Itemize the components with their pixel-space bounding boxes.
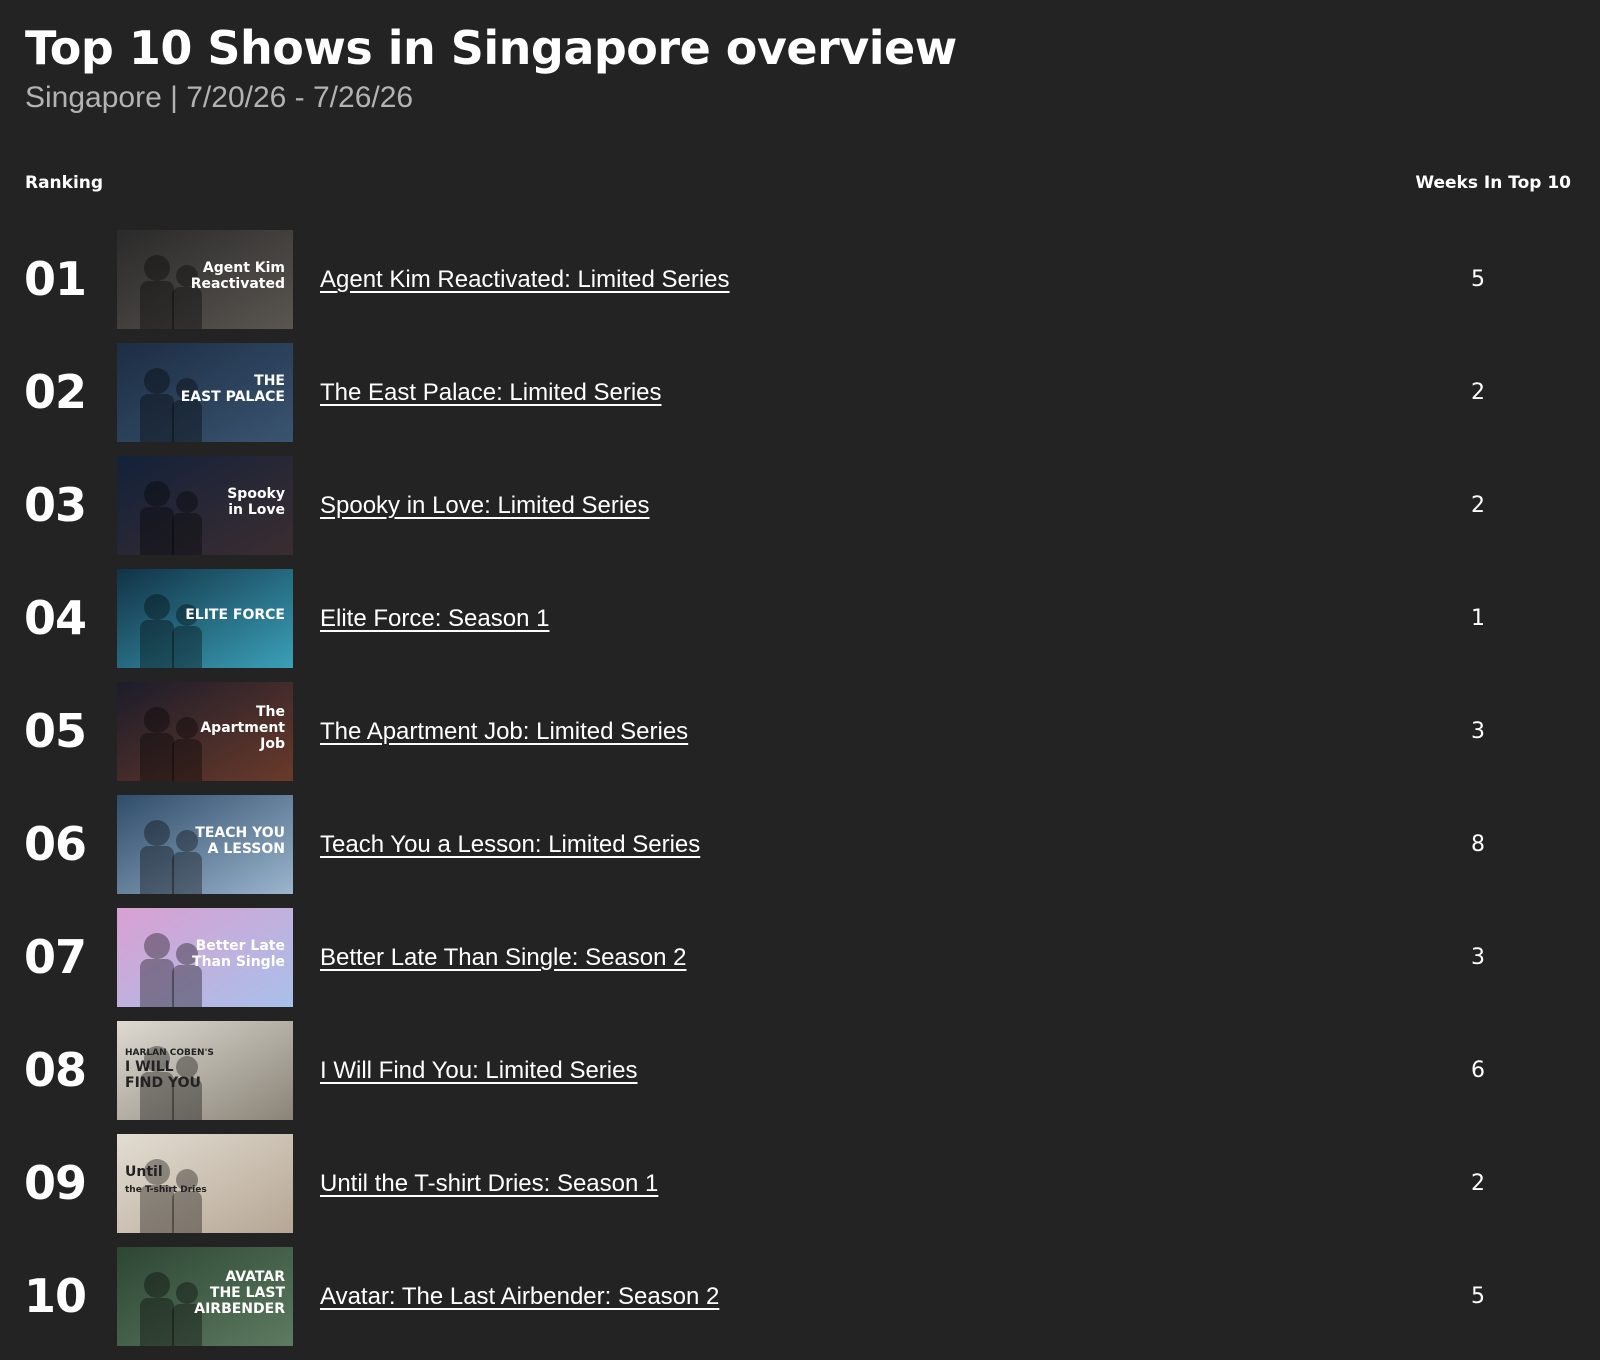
top10-list: 01 Agent Kim Reactivated Agent Kim Reactiva… xyxy=(0,230,1600,1360)
rank-number: 06 xyxy=(24,817,87,871)
show-title-link[interactable]: Better Late Than Single: Season 2 xyxy=(320,908,686,1007)
thumbnail-title-text: HARLAN COBEN'S xyxy=(125,1048,214,1058)
thumbnail-title-text: ELITE FORCE xyxy=(185,607,285,623)
thumbnail-title-text: Apartment xyxy=(200,720,285,736)
thumbnail-title-text: Spooky xyxy=(227,486,285,502)
show-thumbnail[interactable]: ELITE FORCE xyxy=(117,569,293,668)
weeks-in-top10-value: 1 xyxy=(1471,606,1485,631)
page-subtitle: Singapore | 7/20/26 - 7/26/26 xyxy=(25,81,414,114)
thumbnail-title-text: TEACH YOU xyxy=(195,825,285,841)
thumbnail-title-text: FIND YOU xyxy=(125,1075,201,1091)
weeks-in-top10-value: 3 xyxy=(1471,719,1485,744)
weeks-in-top10-value: 5 xyxy=(1471,267,1485,292)
rank-number: 08 xyxy=(24,1043,87,1097)
table-row: 02 THE EAST PALACE The East Palace: Limited… xyxy=(0,343,1600,456)
weeks-in-top10-value: 5 xyxy=(1471,1284,1485,1309)
weeks-in-top10-value: 6 xyxy=(1471,1058,1485,1083)
table-row: 04 ELITE FORCE Elite Force: Season 1 1 xyxy=(0,569,1600,682)
show-thumbnail[interactable]: The Apartment Job xyxy=(117,682,293,781)
thumbnail-title-text: THE LAST xyxy=(210,1285,286,1301)
thumbnail-title-text: Until xyxy=(125,1164,163,1180)
show-thumbnail[interactable]: Spooky in Love xyxy=(117,456,293,555)
rank-number: 02 xyxy=(24,365,87,419)
table-row: 10 AVATAR THE LAST AIRBENDER Avatar: The Las… xyxy=(0,1247,1600,1360)
rank-number: 04 xyxy=(24,591,87,645)
thumbnail-title-text: Than Single xyxy=(192,954,285,970)
show-title-link[interactable]: Elite Force: Season 1 xyxy=(320,569,549,668)
show-title-link[interactable]: Until the T-shirt Dries: Season 1 xyxy=(320,1134,658,1233)
column-header-ranking: Ranking xyxy=(25,173,104,193)
table-row: 07 Better Late Than Single Better Late Than… xyxy=(0,908,1600,1021)
thumbnail-title-text: Reactivated xyxy=(191,276,285,292)
show-title-link[interactable]: Agent Kim Reactivated: Limited Series xyxy=(320,230,730,329)
rank-number: 01 xyxy=(24,252,87,306)
weeks-in-top10-value: 2 xyxy=(1471,380,1485,405)
show-thumbnail[interactable]: HARLAN COBEN'S I WILL FIND YOU xyxy=(117,1021,293,1120)
show-thumbnail[interactable]: THE EAST PALACE xyxy=(117,343,293,442)
show-title-link[interactable]: The East Palace: Limited Series xyxy=(320,343,662,442)
show-title-link[interactable]: Spooky in Love: Limited Series xyxy=(320,456,650,555)
show-thumbnail[interactable]: AVATAR THE LAST AIRBENDER xyxy=(117,1247,293,1346)
weeks-in-top10-value: 2 xyxy=(1471,1171,1485,1196)
thumbnail-title-text: Agent Kim xyxy=(203,260,285,276)
weeks-in-top10-value: 3 xyxy=(1471,945,1485,970)
rank-number: 10 xyxy=(24,1269,87,1323)
thumbnail-title-text: Job xyxy=(259,736,285,752)
show-title-link[interactable]: Teach You a Lesson: Limited Series xyxy=(320,795,700,894)
thumbnail-title-text: Better Late xyxy=(196,938,285,954)
thumbnail-title-text: A LESSON xyxy=(208,841,285,857)
page-title: Top 10 Shows in Singapore overview xyxy=(25,21,957,75)
weeks-in-top10-value: 2 xyxy=(1471,493,1485,518)
show-thumbnail[interactable]: Until the T-shirt Dries xyxy=(117,1134,293,1233)
thumbnail-title-text: in Love xyxy=(228,502,285,518)
show-thumbnail[interactable]: TEACH YOU A LESSON xyxy=(117,795,293,894)
weeks-in-top10-value: 8 xyxy=(1471,832,1485,857)
rank-number: 03 xyxy=(24,478,87,532)
show-title-link[interactable]: Avatar: The Last Airbender: Season 2 xyxy=(320,1247,719,1346)
column-header-weeks: Weeks In Top 10 xyxy=(1415,173,1571,193)
rank-number: 05 xyxy=(24,704,87,758)
thumbnail-title-text: I WILL xyxy=(125,1059,174,1075)
show-thumbnail[interactable]: Agent Kim Reactivated xyxy=(117,230,293,329)
rank-number: 07 xyxy=(24,930,87,984)
thumbnail-title-text: The xyxy=(256,704,285,720)
thumbnail-title-text: AIRBENDER xyxy=(194,1301,285,1317)
thumbnail-title-text: AVATAR xyxy=(225,1269,285,1285)
thumbnail-title-text: the T-shirt Dries xyxy=(125,1185,207,1195)
table-row: 01 Agent Kim Reactivated Agent Kim Reactiva… xyxy=(0,230,1600,343)
table-row: 03 Spooky in Love Spooky in Love: Limited S… xyxy=(0,456,1600,569)
thumbnail-title-text: THE xyxy=(254,373,285,389)
table-row: 08 HARLAN COBEN'S I WILL FIND YOU I Will Fin… xyxy=(0,1021,1600,1134)
table-row: 09 Until the T-shirt Dries Until the T-shir… xyxy=(0,1134,1600,1247)
table-row: 05 The Apartment Job The Apartment Job: Limi… xyxy=(0,682,1600,795)
thumbnail-title-text: EAST PALACE xyxy=(181,389,285,405)
show-title-link[interactable]: The Apartment Job: Limited Series xyxy=(320,682,688,781)
show-thumbnail[interactable]: Better Late Than Single xyxy=(117,908,293,1007)
table-row: 06 TEACH YOU A LESSON Teach You a Lesson: L… xyxy=(0,795,1600,908)
show-title-link[interactable]: I Will Find You: Limited Series xyxy=(320,1021,637,1120)
rank-number: 09 xyxy=(24,1156,87,1210)
page-header: Top 10 Shows in Singapore overview Singa… xyxy=(25,20,957,116)
